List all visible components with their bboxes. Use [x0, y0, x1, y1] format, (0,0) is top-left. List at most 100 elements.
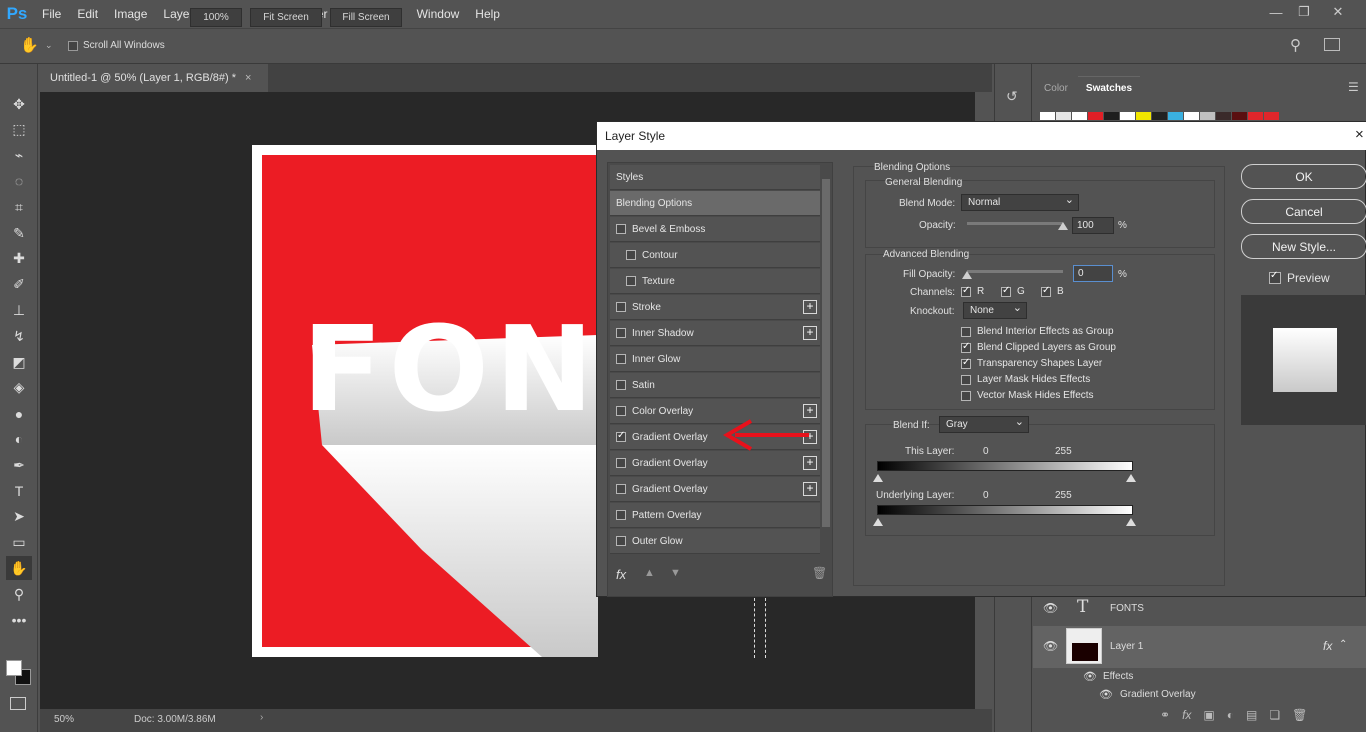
status-arrow-icon[interactable]: › — [260, 712, 263, 723]
swatch[interactable] — [1088, 112, 1103, 120]
style-checkbox[interactable] — [616, 430, 626, 442]
swatch[interactable] — [1184, 112, 1199, 120]
zoom-tool-icon[interactable]: ⚲ — [6, 582, 32, 606]
visibility-eye-icon[interactable]: 👁 — [1043, 639, 1058, 653]
paint-bucket-icon[interactable]: ◈ — [6, 376, 32, 400]
gradient-overlay-effect-row[interactable]: 👁 Gradient Overlay — [1033, 686, 1366, 704]
delete-effect-icon[interactable]: 🗑 — [812, 566, 827, 580]
workspace-icon[interactable] — [1324, 38, 1340, 51]
blur-tool-icon[interactable]: ● — [6, 402, 32, 426]
menu-file[interactable]: File — [34, 0, 69, 28]
fill-opacity-input[interactable]: 0 — [1073, 265, 1113, 282]
dialog-close-icon[interactable]: × — [1355, 126, 1364, 143]
layer-row-layer1[interactable]: 👁 Layer 1 fx ⌃ — [1033, 626, 1366, 668]
fx-badge[interactable]: fx — [1323, 639, 1332, 653]
style-checkbox[interactable] — [626, 276, 636, 286]
new-style-button[interactable]: New Style... — [1241, 234, 1366, 259]
style-checkbox[interactable] — [616, 536, 626, 546]
fill-screen-button[interactable]: Fill Screen — [330, 8, 402, 27]
hand-tool-icon[interactable]: ✋ — [6, 556, 32, 581]
swatch[interactable] — [1056, 112, 1071, 120]
panel-menu-icon[interactable]: ☰ — [1348, 80, 1359, 94]
zoom-readout[interactable]: 50% — [54, 714, 74, 725]
swatch[interactable] — [1040, 112, 1055, 120]
close-tab-icon[interactable]: × — [245, 72, 251, 84]
channel-r-checkbox[interactable] — [961, 285, 971, 297]
tool-preset-chevron-icon[interactable]: ⌄ — [45, 40, 53, 51]
option-checkbox[interactable] — [961, 390, 971, 401]
dodge-tool-icon[interactable]: ◐ — [6, 427, 32, 451]
link-icon[interactable]: ⚭ — [1160, 708, 1170, 722]
style-checkbox[interactable] — [616, 302, 626, 312]
style-row-outer-glow[interactable]: Outer Glow — [610, 529, 820, 554]
swatch[interactable] — [1072, 112, 1087, 120]
menu-edit[interactable]: Edit — [69, 0, 106, 28]
style-row-texture[interactable]: Texture — [610, 269, 820, 294]
channel-b[interactable]: B — [1041, 285, 1064, 297]
menu-window[interactable]: Window — [409, 0, 468, 28]
foreground-color[interactable] — [6, 660, 22, 676]
option-blend-interior-effects-as-group[interactable]: Blend Interior Effects as Group — [961, 326, 1114, 337]
rectangle-tool-icon[interactable]: ▭ — [6, 531, 32, 555]
quick-mask-icon[interactable] — [10, 697, 26, 710]
styles-scrollbar[interactable] — [820, 165, 832, 553]
scroll-all-windows[interactable]: Scroll All Windows — [68, 40, 165, 51]
mask-icon[interactable]: ▣ — [1203, 708, 1214, 722]
option-checkbox[interactable] — [961, 374, 971, 385]
channel-b-checkbox[interactable] — [1041, 285, 1051, 297]
style-checkbox[interactable] — [616, 354, 626, 364]
style-checkbox[interactable] — [616, 380, 626, 390]
option-layer-mask-hides-effects[interactable]: Layer Mask Hides Effects — [961, 374, 1090, 385]
document-canvas[interactable]: FONTS — [252, 145, 771, 657]
crop-tool-icon[interactable]: ⌗ — [6, 195, 32, 219]
style-row-pattern-overlay[interactable]: Pattern Overlay — [610, 503, 820, 528]
add-style-icon[interactable]: + — [803, 404, 817, 418]
tab-color[interactable]: Color — [1035, 76, 1077, 100]
add-style-icon[interactable]: + — [803, 326, 817, 340]
opacity-slider-handle[interactable] — [1058, 222, 1068, 230]
swatch[interactable] — [1120, 112, 1135, 120]
brush-tool-icon[interactable]: ✐ — [6, 273, 32, 297]
style-row-inner-glow[interactable]: Inner Glow — [610, 347, 820, 372]
cancel-button[interactable]: Cancel — [1241, 199, 1366, 224]
fx-menu-icon[interactable]: fx — [616, 567, 626, 582]
option-checkbox[interactable] — [961, 326, 971, 337]
scrollbar-thumb[interactable] — [822, 179, 830, 527]
style-row-bevel-emboss[interactable]: Bevel & Emboss — [610, 217, 820, 242]
option-checkbox[interactable] — [961, 341, 971, 353]
channel-g-checkbox[interactable] — [1001, 285, 1011, 297]
path-select-icon[interactable]: ➤ — [6, 505, 32, 529]
preview-checkbox[interactable] — [1269, 270, 1281, 284]
collapse-effects-icon[interactable]: ⌃ — [1339, 639, 1347, 650]
add-style-icon[interactable]: + — [803, 482, 817, 496]
swatch[interactable] — [1152, 112, 1167, 120]
option-vector-mask-hides-effects[interactable]: Vector Mask Hides Effects — [961, 390, 1094, 401]
fill-opacity-slider[interactable] — [967, 270, 1063, 273]
opacity-slider[interactable] — [967, 222, 1063, 225]
knockout-select[interactable]: None — [963, 301, 1027, 319]
effects-row[interactable]: 👁 Effects — [1033, 668, 1366, 686]
eraser-tool-icon[interactable]: ◩ — [6, 350, 32, 374]
visibility-eye-icon[interactable]: 👁 — [1043, 601, 1058, 615]
style-checkbox[interactable] — [616, 458, 626, 468]
zoom-100-button[interactable]: 100% — [190, 8, 242, 27]
underlying-black-handle[interactable] — [873, 518, 883, 526]
marquee-tool-icon[interactable]: ⬚ — [6, 118, 32, 142]
style-row-contour[interactable]: Contour — [610, 243, 820, 268]
fill-opacity-slider-handle[interactable] — [962, 271, 972, 279]
add-style-icon[interactable]: + — [803, 300, 817, 314]
style-checkbox[interactable] — [616, 328, 626, 338]
healing-brush-icon[interactable]: ✚ — [6, 247, 32, 271]
hand-tool-icon[interactable]: ✋ — [20, 36, 39, 54]
style-row-gradient-overlay[interactable]: Gradient Overlay + — [610, 451, 820, 476]
pen-tool-icon[interactable]: ✒ — [6, 453, 32, 477]
scroll-all-checkbox[interactable] — [68, 40, 78, 51]
swatch[interactable] — [1104, 112, 1119, 120]
eyedropper-icon[interactable]: ✎ — [6, 221, 32, 245]
style-row-inner-shadow[interactable]: Inner Shadow + — [610, 321, 820, 346]
option-blend-clipped-layers-as-group[interactable]: Blend Clipped Layers as Group — [961, 341, 1116, 353]
visibility-eye-icon[interactable]: 👁 — [1083, 670, 1097, 683]
style-row-blending-options[interactable]: Blending Options — [610, 191, 820, 216]
option-checkbox[interactable] — [961, 357, 971, 369]
move-down-icon[interactable]: ▼ — [670, 567, 681, 579]
